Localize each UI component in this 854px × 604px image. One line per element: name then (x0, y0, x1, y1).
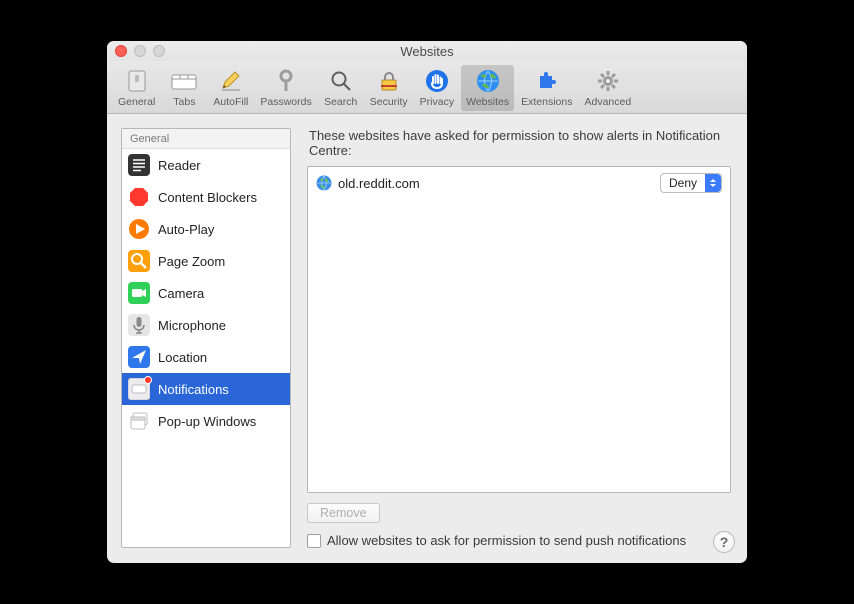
titlebar: Websites (107, 41, 747, 61)
sidebar-item-autoplay[interactable]: Auto-Play (122, 213, 290, 245)
remove-button[interactable]: Remove (307, 503, 380, 523)
zoom-icon[interactable] (153, 45, 165, 57)
sidebar-item-label: Notifications (158, 382, 229, 397)
microphone-icon (128, 314, 150, 336)
sidebar-item-page-zoom[interactable]: Page Zoom (122, 245, 290, 277)
pencil-icon (217, 67, 245, 95)
sidebar-item-label: Page Zoom (158, 254, 225, 269)
globe-icon (474, 67, 502, 95)
hand-icon (423, 67, 451, 95)
preferences-toolbar: General Tabs AutoFill Passwords Search S (107, 61, 747, 114)
permission-value: Deny (661, 176, 705, 190)
sidebar-item-label: Location (158, 350, 207, 365)
globe-icon (316, 175, 332, 191)
sidebar-item-microphone[interactable]: Microphone (122, 309, 290, 341)
tab-extensions[interactable]: Extensions (516, 65, 577, 111)
lock-icon (375, 67, 403, 95)
tab-privacy[interactable]: Privacy (415, 65, 459, 111)
window-title: Websites (400, 44, 453, 59)
tab-advanced[interactable]: Advanced (579, 65, 636, 111)
sidebar-item-camera[interactable]: Camera (122, 277, 290, 309)
tab-websites[interactable]: Websites (461, 65, 514, 111)
sidebar-item-reader[interactable]: Reader (122, 149, 290, 181)
reader-icon (128, 154, 150, 176)
tab-general[interactable]: General (113, 65, 160, 111)
windows-icon (128, 410, 150, 432)
sidebar-heading: General (122, 129, 290, 149)
sidebar-item-label: Pop-up Windows (158, 414, 256, 429)
tab-autofill[interactable]: AutoFill (208, 65, 253, 111)
sidebar-item-location[interactable]: Location (122, 341, 290, 373)
sidebar-item-label: Reader (158, 158, 201, 173)
sidebar-item-content-blockers[interactable]: Content Blockers (122, 181, 290, 213)
gear-icon (594, 67, 622, 95)
zoom-icon (128, 250, 150, 272)
tabs-icon (170, 67, 198, 95)
sidebar-item-label: Camera (158, 286, 204, 301)
switch-icon (123, 67, 151, 95)
checkbox[interactable] (307, 534, 321, 548)
stop-icon (128, 186, 150, 208)
tab-security[interactable]: Security (365, 65, 413, 111)
puzzle-icon (533, 67, 561, 95)
play-icon (128, 218, 150, 240)
website-row[interactable]: old.reddit.com Deny (314, 171, 724, 195)
permission-select[interactable]: Deny (660, 173, 722, 193)
tab-passwords[interactable]: Passwords (255, 65, 316, 111)
minimize-icon[interactable] (134, 45, 146, 57)
tab-tabs[interactable]: Tabs (162, 65, 206, 111)
allow-checkbox-row[interactable]: Allow websites to ask for permission to … (307, 533, 731, 548)
camera-icon (128, 282, 150, 304)
allow-label: Allow websites to ask for permission to … (327, 533, 686, 548)
sidebar-item-popup[interactable]: Pop-up Windows (122, 405, 290, 437)
sidebar-item-label: Auto-Play (158, 222, 214, 237)
sidebar-item-label: Microphone (158, 318, 226, 333)
help-button[interactable]: ? (713, 531, 735, 553)
panel-heading: These websites have asked for permission… (307, 128, 731, 166)
close-icon[interactable] (115, 45, 127, 57)
location-icon (128, 346, 150, 368)
preferences-window: Websites General Tabs AutoFill Passwords (107, 41, 747, 563)
chevron-updown-icon (705, 174, 721, 192)
websites-list[interactable]: old.reddit.com Deny (307, 166, 731, 493)
website-url: old.reddit.com (338, 176, 660, 191)
main-panel: These websites have asked for permission… (307, 128, 731, 548)
key-icon (272, 67, 300, 95)
sidebar-item-label: Content Blockers (158, 190, 257, 205)
notification-icon (128, 378, 150, 400)
search-icon (327, 67, 355, 95)
sidebar-item-notifications[interactable]: Notifications (122, 373, 290, 405)
tab-search[interactable]: Search (319, 65, 363, 111)
sidebar: General Reader Content Blockers Auto-Pla… (121, 128, 291, 548)
